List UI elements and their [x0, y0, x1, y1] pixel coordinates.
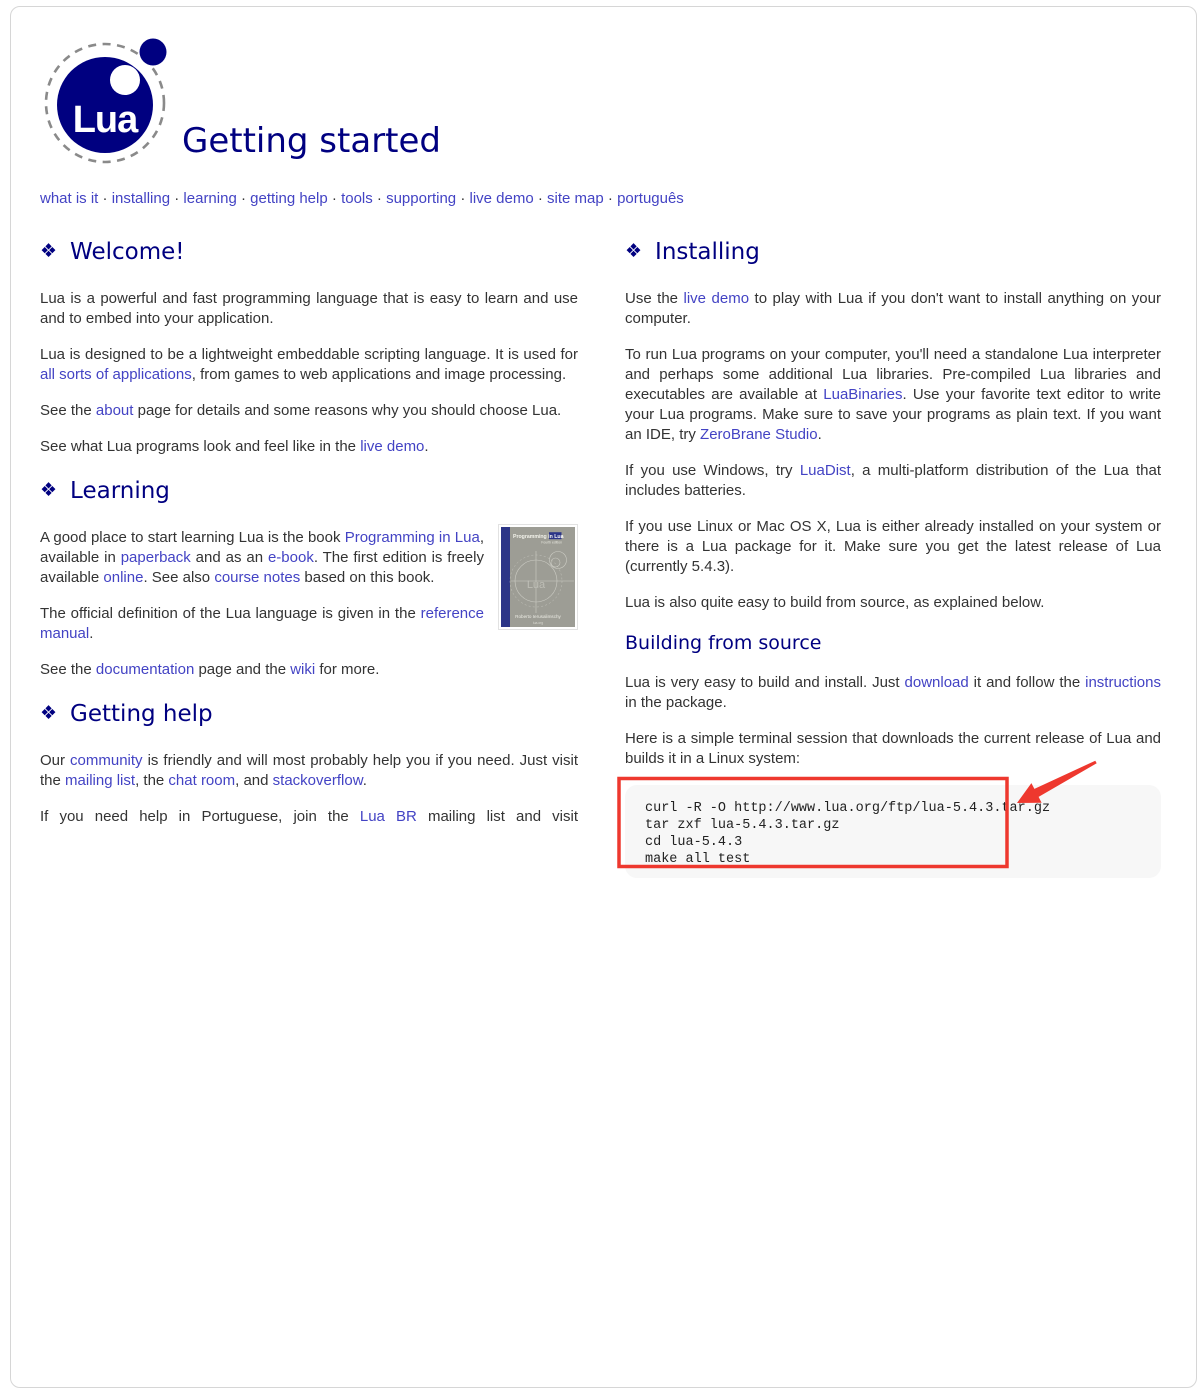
- nav-link[interactable]: supporting: [386, 190, 456, 207]
- inline-link[interactable]: mailing list: [65, 772, 135, 789]
- content-columns: ❖Welcome! Lua is a powerful and fast pro…: [40, 238, 1161, 878]
- inline-link[interactable]: e-book: [268, 549, 314, 566]
- logo-text: Lua: [73, 99, 139, 141]
- inline-link[interactable]: community: [70, 752, 143, 769]
- paragraph: See what Lua programs look and feel like…: [40, 437, 578, 457]
- nav-link[interactable]: live demo: [470, 190, 534, 207]
- paragraph: Our community is friendly and will most …: [40, 751, 578, 791]
- heading-building-from-source: Building from source: [625, 631, 1161, 655]
- inline-link[interactable]: LuaBinaries: [823, 386, 902, 403]
- inline-link[interactable]: all sorts of applications: [40, 366, 192, 383]
- book-title: Programming in Lua: [513, 534, 564, 540]
- book-author: Roberto Ierusalimschy: [515, 614, 561, 619]
- left-column: ❖Welcome! Lua is a powerful and fast pro…: [40, 238, 578, 878]
- nav-link[interactable]: português: [617, 190, 684, 207]
- inline-link[interactable]: online: [103, 569, 143, 586]
- paragraph: See the documentation page and the wiki …: [40, 660, 578, 680]
- inline-link[interactable]: live demo: [360, 438, 424, 455]
- diamond-icon: ❖: [40, 240, 57, 262]
- inline-link[interactable]: Programming in Lua: [345, 529, 480, 546]
- paragraph: Lua is a powerful and fast programming l…: [40, 289, 578, 329]
- diamond-icon: ❖: [40, 702, 57, 724]
- inline-link[interactable]: Lua BR: [360, 808, 417, 825]
- planet-hole-circle: [110, 65, 140, 95]
- inline-link[interactable]: stackoverflow: [273, 772, 363, 789]
- heading-learning: ❖Learning: [40, 477, 578, 506]
- paragraph: Lua is also quite easy to build from sou…: [625, 593, 1161, 613]
- diamond-icon: ❖: [40, 479, 57, 501]
- page-title: Getting started: [182, 121, 441, 161]
- nav-link[interactable]: installing: [112, 190, 170, 207]
- inline-link[interactable]: download: [905, 674, 969, 691]
- heading-getting-help: ❖Getting help: [40, 700, 578, 729]
- paragraph: If you use Windows, try LuaDist, a multi…: [625, 461, 1161, 501]
- paragraph: If you use Linux or Mac OS X, Lua is eit…: [625, 517, 1161, 577]
- paragraph: If you need help in Portuguese, join the…: [40, 807, 578, 827]
- paragraph: Lua is designed to be a lightweight embe…: [40, 345, 578, 385]
- paragraph: Lua is very easy to build and install. J…: [625, 673, 1161, 713]
- paragraph: Use the live demo to play with Lua if yo…: [625, 289, 1161, 329]
- heading-installing: ❖Installing: [625, 238, 1161, 267]
- main-nav: what is it · installing · learning · get…: [40, 189, 684, 209]
- nav-link[interactable]: site map: [547, 190, 604, 207]
- inline-link[interactable]: reference manual: [40, 605, 484, 642]
- book-edition: Fourth edition: [541, 541, 562, 545]
- inline-link[interactable]: ZeroBrane Studio: [700, 426, 818, 443]
- inline-link[interactable]: live demo: [684, 290, 750, 307]
- book-publisher: lua.org: [533, 621, 543, 625]
- book-sketch-text: Lua: [527, 579, 546, 591]
- moon-circle: [140, 39, 167, 66]
- inline-link[interactable]: course notes: [214, 569, 300, 586]
- nav-link[interactable]: tools: [341, 190, 373, 207]
- nav-link[interactable]: what is it: [40, 190, 98, 207]
- inline-link[interactable]: instructions: [1085, 674, 1161, 691]
- book-cover-image: Lua Programming in Lua Fourth edition Ro…: [498, 524, 578, 630]
- inline-link[interactable]: documentation: [96, 661, 194, 678]
- right-column: ❖Installing Use the live demo to play wi…: [625, 238, 1161, 878]
- book-cover[interactable]: Lua Programming in Lua Fourth edition Ro…: [498, 524, 578, 630]
- paragraph: Here is a simple terminal session that d…: [625, 729, 1161, 769]
- inline-link[interactable]: wiki: [290, 661, 315, 678]
- inline-link[interactable]: paperback: [121, 549, 191, 566]
- lua-logo[interactable]: Lua: [43, 35, 170, 173]
- diamond-icon: ❖: [625, 240, 642, 262]
- heading-welcome: ❖Welcome!: [40, 238, 578, 267]
- nav-link[interactable]: learning: [183, 190, 236, 207]
- inline-link[interactable]: LuaDist: [800, 462, 851, 479]
- paragraph: To run Lua programs on your computer, yo…: [625, 345, 1161, 445]
- inline-link[interactable]: about: [96, 402, 134, 419]
- terminal-code-block[interactable]: curl -R -O http://www.lua.org/ftp/lua-5.…: [625, 785, 1161, 878]
- inline-link[interactable]: chat room: [168, 772, 235, 789]
- paragraph: See the about page for details and some …: [40, 401, 578, 421]
- lua-logo-icon: Lua: [43, 35, 170, 168]
- nav-link[interactable]: getting help: [250, 190, 328, 207]
